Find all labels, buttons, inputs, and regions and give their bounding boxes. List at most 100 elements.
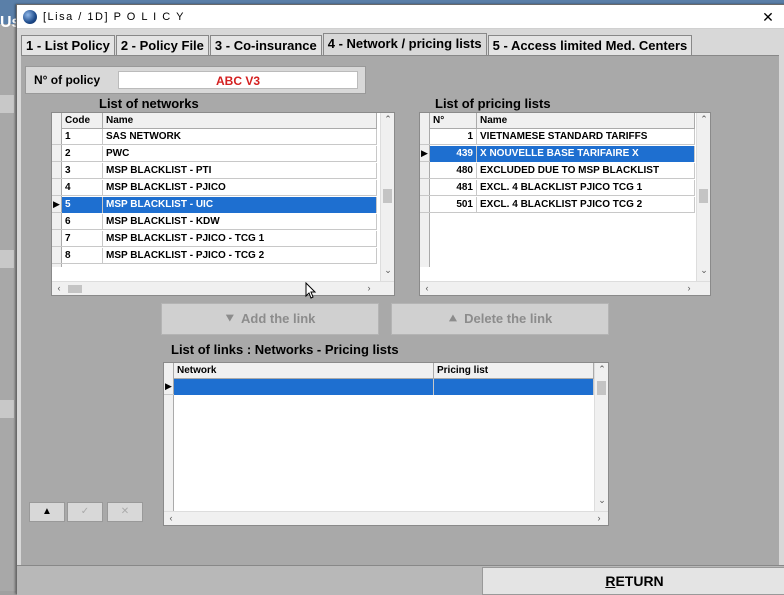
add-link-icon: ⯆ — [224, 311, 235, 326]
column-header-name[interactable]: Name — [477, 113, 695, 129]
links-table-row[interactable]: ▶ — [164, 379, 594, 395]
network-row[interactable]: 3 MSP BLACKLIST - PTI — [52, 163, 377, 179]
pricing-list-row[interactable]: ▶ 439 X NOUVELLE BASE TARIFAIRE X — [420, 146, 695, 162]
link-pricing-cell[interactable] — [434, 379, 594, 395]
scroll-right-icon[interactable]: › — [592, 513, 606, 523]
row-pointer-icon: ▶ — [53, 199, 60, 209]
link-network-cell[interactable] — [174, 379, 434, 395]
network-row[interactable]: 6 MSP BLACKLIST - KDW — [52, 214, 377, 230]
network-name-cell[interactable]: MSP BLACKLIST - UIC — [103, 197, 377, 213]
pricing-number-cell[interactable]: 439 — [430, 146, 477, 162]
background-stripe — [0, 250, 14, 268]
check-icon: ✓ — [80, 506, 90, 517]
networks-title: List of networks — [99, 96, 199, 111]
pricing-name-cell[interactable]: EXCLUDED DUE TO MSP BLACKLIST — [477, 163, 695, 179]
network-name-cell[interactable]: MSP BLACKLIST - PJICO - TCG 1 — [103, 231, 377, 247]
pricing-list-row[interactable]: 480 EXCLUDED DUE TO MSP BLACKLIST — [420, 163, 695, 179]
pricing-number-cell[interactable]: 480 — [430, 163, 477, 179]
tab-list-policy[interactable]: 1 - List Policy — [21, 35, 115, 55]
tab-co-insurance[interactable]: 3 - Co-insurance — [209, 35, 322, 55]
tab-network-pricing[interactable]: 4 - Network / pricing lists — [322, 33, 487, 55]
delete-link-button[interactable]: ⯅ Delete the link — [391, 303, 609, 335]
policy-window: [Lisa / 1D] P O L I C Y ✕ 1 - List Polic… — [16, 4, 784, 595]
scroll-up-icon[interactable]: ⌃ — [381, 114, 394, 125]
network-code-cell[interactable]: 2 — [62, 146, 103, 162]
validate-button[interactable]: ✓ — [67, 502, 103, 522]
network-code-cell[interactable]: 8 — [62, 248, 103, 264]
scroll-right-icon[interactable]: › — [362, 283, 376, 293]
delete-link-label: Delete the link — [464, 311, 553, 326]
pricing-number-cell[interactable]: 501 — [430, 197, 477, 213]
scroll-up-icon[interactable]: ⌃ — [595, 364, 608, 375]
network-row[interactable]: 8 MSP BLACKLIST - PJICO - TCG 2 — [52, 248, 377, 264]
scroll-up-icon[interactable]: ⌃ — [697, 114, 710, 125]
pricing-list-row[interactable]: 501 EXCL. 4 BLACKLIST PJICO TCG 2 — [420, 197, 695, 213]
add-link-button[interactable]: ⯆ Add the link — [161, 303, 379, 335]
scroll-right-icon[interactable]: › — [682, 283, 696, 293]
network-code-cell[interactable]: 6 — [62, 214, 103, 230]
scroll-thumb[interactable] — [597, 381, 606, 395]
column-header-number[interactable]: N° — [430, 113, 477, 129]
column-header-code[interactable]: Code — [62, 113, 103, 129]
network-row[interactable]: 4 MSP BLACKLIST - PJICO — [52, 180, 377, 196]
pricing-name-cell[interactable]: EXCL. 4 BLACKLIST PJICO TCG 1 — [477, 180, 695, 196]
pricing-horizontal-scrollbar[interactable]: ‹ › — [420, 281, 710, 295]
background-stripe — [0, 95, 14, 113]
cancel-button[interactable]: ✕ — [107, 502, 143, 522]
pricing-name-cell[interactable]: X NOUVELLE BASE TARIFAIRE X — [477, 146, 695, 162]
scroll-down-icon[interactable]: ⌄ — [381, 265, 394, 276]
close-icon[interactable]: ✕ — [755, 7, 781, 27]
network-code-cell[interactable]: 7 — [62, 231, 103, 247]
policy-number-box: N° of policy ABC V3 — [25, 66, 366, 94]
scroll-left-icon[interactable]: ‹ — [52, 283, 66, 293]
network-code-cell[interactable]: 3 — [62, 163, 103, 179]
network-name-cell[interactable]: SAS NETWORK — [103, 129, 377, 145]
scroll-thumb[interactable] — [699, 189, 708, 203]
tab-policy-file[interactable]: 2 - Policy File — [115, 35, 209, 55]
pricing-list-row[interactable]: 481 EXCL. 4 BLACKLIST PJICO TCG 1 — [420, 180, 695, 196]
network-name-cell[interactable]: MSP BLACKLIST - PJICO - TCG 2 — [103, 248, 377, 264]
networks-grid: Code Name 1 SAS NETWORK 2 PWC 3 MSP BLACKLIST… — [51, 112, 395, 296]
row-pointer-icon: ▶ — [421, 148, 428, 158]
column-header-pricing-list[interactable]: Pricing list — [434, 363, 594, 379]
background-stripe — [0, 400, 14, 418]
scroll-left-icon[interactable]: ‹ — [420, 283, 434, 293]
links-vertical-scrollbar[interactable]: ⌃ ⌄ — [594, 363, 608, 511]
networks-vertical-scrollbar[interactable]: ⌃ ⌄ — [380, 113, 394, 281]
network-row[interactable]: 1 SAS NETWORK — [52, 129, 377, 145]
policy-number-field[interactable]: ABC V3 — [118, 71, 358, 89]
pricing-name-cell[interactable]: EXCL. 4 BLACKLIST PJICO TCG 2 — [477, 197, 695, 213]
networks-horizontal-scrollbar[interactable]: ‹ › — [52, 281, 394, 295]
delete-link-icon: ⯅ — [447, 311, 459, 326]
add-link-label: Add the link — [241, 311, 316, 326]
move-up-button[interactable]: ▲ — [29, 502, 65, 522]
network-name-cell[interactable]: MSP BLACKLIST - PTI — [103, 163, 377, 179]
links-horizontal-scrollbar[interactable]: ‹ › — [164, 511, 608, 525]
column-header-name[interactable]: Name — [103, 113, 377, 129]
column-header-network[interactable]: Network — [174, 363, 434, 379]
links-title: List of links : Networks - Pricing lists — [171, 342, 399, 357]
scroll-down-icon[interactable]: ⌄ — [697, 265, 710, 276]
scroll-left-icon[interactable]: ‹ — [164, 513, 178, 523]
network-row[interactable]: 2 PWC — [52, 146, 377, 162]
network-name-cell[interactable]: MSP BLACKLIST - KDW — [103, 214, 377, 230]
network-code-cell[interactable]: 1 — [62, 129, 103, 145]
network-code-cell[interactable]: 5 — [62, 197, 103, 213]
network-name-cell[interactable]: MSP BLACKLIST - PJICO — [103, 180, 377, 196]
network-row[interactable]: ▶ 5 MSP BLACKLIST - UIC — [52, 197, 377, 213]
title-bar[interactable]: [Lisa / 1D] P O L I C Y ✕ — [17, 5, 784, 29]
pricing-vertical-scrollbar[interactable]: ⌃ ⌄ — [696, 113, 710, 281]
pricing-list-row[interactable]: 1 VIETNAMESE STANDARD TARIFFS — [420, 129, 695, 145]
scroll-thumb[interactable] — [383, 189, 392, 203]
tab-bar: 1 - List Policy 2 - Policy File 3 - Co-i… — [21, 33, 693, 55]
mouse-cursor-icon — [305, 282, 317, 299]
network-name-cell[interactable]: PWC — [103, 146, 377, 162]
network-row[interactable]: 7 MSP BLACKLIST - PJICO - TCG 1 — [52, 231, 377, 247]
pricing-number-cell[interactable]: 1 — [430, 129, 477, 145]
tab-access-limited[interactable]: 5 - Access limited Med. Centers — [487, 35, 693, 55]
scroll-thumb[interactable] — [68, 285, 82, 293]
pricing-name-cell[interactable]: VIETNAMESE STANDARD TARIFFS — [477, 129, 695, 145]
network-code-cell[interactable]: 4 — [62, 180, 103, 196]
scroll-down-icon[interactable]: ⌄ — [595, 495, 608, 506]
pricing-number-cell[interactable]: 481 — [430, 180, 477, 196]
